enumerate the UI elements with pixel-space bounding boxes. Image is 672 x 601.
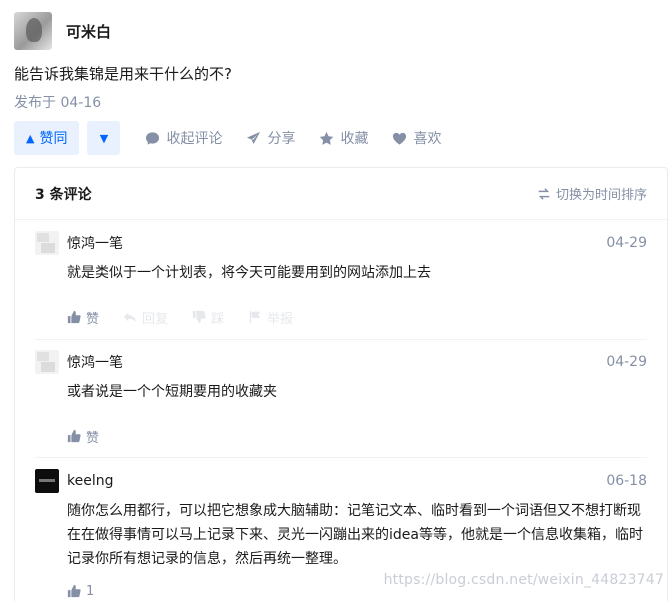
sort-toggle-button[interactable]: 切换为时间排序: [537, 184, 647, 203]
comment-reply-label: 回复: [142, 311, 169, 327]
comments-header: 3 条评论 切换为时间排序: [15, 168, 667, 220]
commenter-name[interactable]: 惊鸿一笔: [67, 352, 123, 372]
flag-icon: [249, 310, 261, 324]
reply-icon: [123, 312, 137, 323]
comment-like-label: 赞: [86, 430, 100, 446]
comment-count: 3 条评论: [35, 186, 92, 203]
paper-plane-icon: [247, 131, 261, 144]
commenter-avatar[interactable]: [35, 350, 59, 374]
comment-report-label: 举报: [267, 311, 294, 327]
swap-icon: [538, 187, 550, 200]
sort-toggle-label: 切换为时间排序: [555, 188, 647, 203]
publish-date[interactable]: 发布于 04-16: [14, 92, 101, 112]
share-label: 分享: [267, 131, 296, 147]
comment-date: 06-18: [606, 473, 647, 489]
collect-label: 收藏: [340, 131, 369, 147]
commenter-name[interactable]: 惊鸿一笔: [67, 233, 123, 253]
share-button[interactable]: 分享: [246, 128, 295, 148]
comment-icon: [146, 131, 160, 145]
commenter-avatar[interactable]: [35, 469, 59, 493]
author-header: 可米白: [14, 12, 111, 50]
commenter-avatar[interactable]: [35, 231, 59, 255]
like-label: 喜欢: [413, 131, 442, 147]
author-name[interactable]: 可米白: [66, 21, 111, 42]
heart-icon: [393, 132, 407, 145]
comment-like-count: 1: [86, 583, 95, 599]
comment-reply-button[interactable]: 回复: [123, 308, 168, 327]
watermark-url: https://blog.csdn.net/weixin_44823747: [383, 572, 664, 588]
collapse-comments-button[interactable]: 收起评论: [145, 128, 222, 148]
vote-up-button[interactable]: ▲ 赞同: [14, 121, 80, 155]
comment-item: 惊鸿一笔 04-29 就是类似于一个计划表，将今天可能要用到的网站添加上去 赞 …: [35, 231, 647, 340]
thumbs-down-icon: [192, 310, 206, 324]
collect-button[interactable]: 收藏: [319, 128, 368, 148]
comment-report-button[interactable]: 举报: [248, 308, 293, 327]
author-avatar[interactable]: [14, 12, 52, 50]
comment-like-button[interactable]: 赞: [67, 308, 99, 327]
comment-date: 04-29: [606, 235, 647, 251]
collapse-comments-label: 收起评论: [166, 131, 223, 147]
comment-like-button[interactable]: 1: [67, 584, 94, 599]
answer-text: 能告诉我集锦是用来干什么的不?: [14, 65, 232, 83]
thumbs-up-icon: [67, 584, 81, 598]
like-button[interactable]: 喜欢: [392, 128, 441, 148]
thumbs-up-icon: [67, 310, 81, 324]
commenter-name[interactable]: keelng: [67, 473, 113, 489]
comment-text: 随你怎么用都行，可以把它想象成大脑辅助：记笔记文本、临时看到一个词语但又不想打断…: [67, 503, 643, 567]
thumbs-up-icon: [67, 429, 81, 443]
comments-panel: 3 条评论 切换为时间排序 惊鸿一笔 04-29 就是类似于一个计划表，将今天可…: [14, 167, 668, 601]
comment-text: 或者说是一个个短期要用的收藏夹: [67, 384, 277, 400]
comment-like-label: 赞: [86, 311, 100, 327]
comment-dislike-label: 踩: [211, 311, 225, 327]
comment-dislike-button[interactable]: 踩: [192, 308, 224, 327]
comment-like-button[interactable]: 赞: [67, 427, 99, 446]
triangle-down-icon: ▼: [99, 131, 109, 145]
comment-text: 就是类似于一个计划表，将今天可能要用到的网站添加上去: [67, 265, 431, 281]
action-bar: ▲ 赞同 ▼ 收起评论 分享 收藏 喜欢: [14, 121, 441, 155]
star-icon: [320, 131, 334, 145]
comment-date: 04-29: [606, 354, 647, 370]
vote-down-button[interactable]: ▼: [87, 121, 121, 155]
triangle-up-icon: ▲: [26, 131, 35, 145]
vote-up-label: 赞同: [39, 131, 68, 147]
comment-item: 惊鸿一笔 04-29 或者说是一个个短期要用的收藏夹 赞: [35, 350, 647, 458]
